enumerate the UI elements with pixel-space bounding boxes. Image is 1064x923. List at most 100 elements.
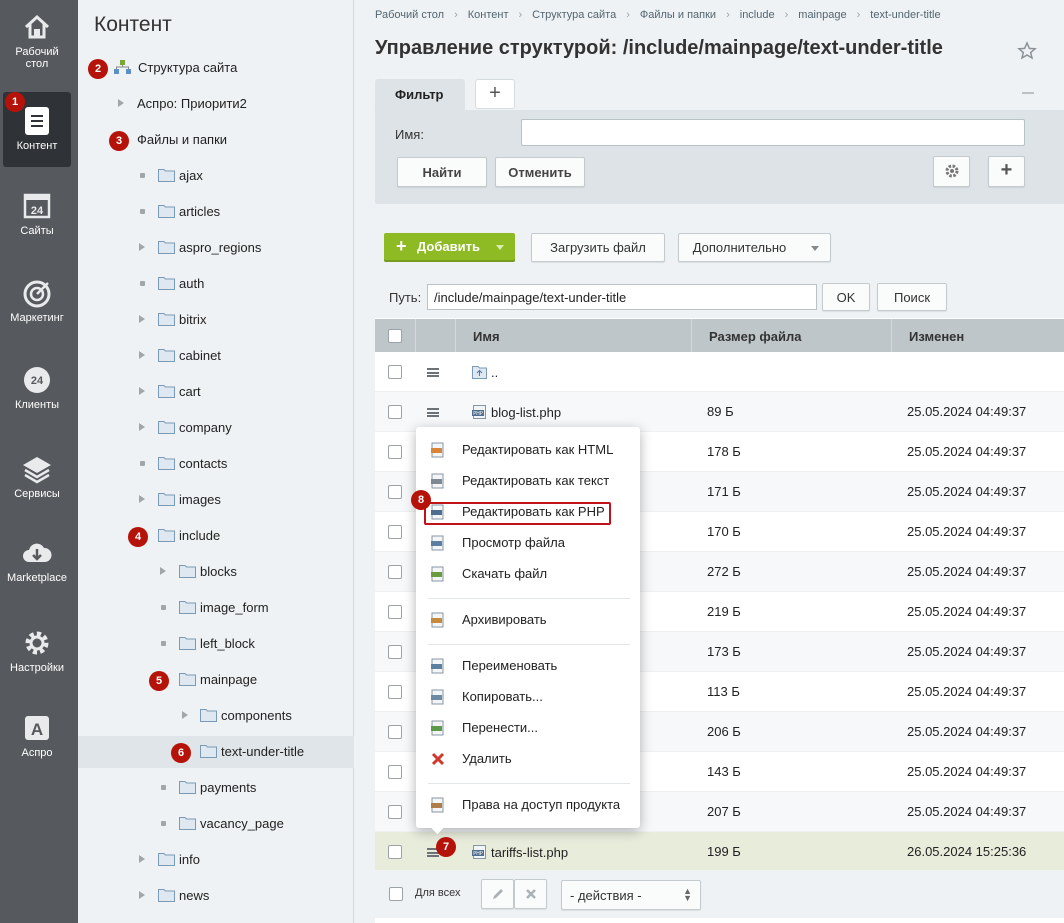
file-name[interactable]: tariffs-list.php — [491, 845, 568, 860]
chevron-right-icon[interactable] — [182, 711, 188, 719]
tree-item[interactable]: text-under-title — [78, 736, 354, 768]
star-icon[interactable] — [1017, 41, 1037, 61]
edit-selected-button[interactable] — [481, 879, 514, 909]
row-menu-icon[interactable] — [427, 368, 439, 377]
nav-marketplace[interactable]: Marketplace — [3, 532, 71, 608]
breadcrumb-item[interactable]: Структура сайта — [532, 9, 616, 21]
tree-item[interactable]: ajax — [78, 160, 354, 192]
file-name[interactable]: blog-list.php — [491, 405, 561, 420]
tree-item[interactable]: images — [78, 484, 354, 516]
collapse-filter-icon[interactable] — [1022, 92, 1034, 94]
for-all-checkbox[interactable] — [389, 887, 403, 901]
column-size[interactable]: Размер файла — [691, 319, 891, 352]
chevron-right-icon[interactable] — [139, 423, 145, 431]
row-checkbox[interactable] — [388, 605, 402, 619]
row-checkbox[interactable] — [388, 525, 402, 539]
row-checkbox[interactable] — [388, 485, 402, 499]
tree-item[interactable]: bitrix — [78, 304, 354, 336]
table-row[interactable]: PHP tariffs-list.php 199 Б 26.05.2024 15:25… — [375, 832, 1064, 872]
tree-item[interactable]: blocks — [78, 556, 354, 588]
tree-item[interactable]: company — [78, 412, 354, 444]
tree-item[interactable]: image_form — [78, 592, 354, 624]
cancel-button[interactable]: Отменить — [495, 157, 585, 187]
tree-item[interactable]: cart — [78, 376, 354, 408]
row-checkbox[interactable] — [388, 645, 402, 659]
tree-item[interactable]: auth — [78, 268, 354, 300]
tree-item[interactable]: components — [78, 700, 354, 732]
nav-settings[interactable]: Настройки — [3, 622, 71, 698]
chevron-right-icon[interactable] — [139, 891, 145, 899]
chevron-right-icon[interactable] — [139, 495, 145, 503]
breadcrumb-item[interactable]: include — [740, 9, 775, 21]
tree-item[interactable]: Структура сайта — [78, 52, 354, 84]
find-button[interactable]: Найти — [397, 157, 487, 187]
breadcrumb-item[interactable]: Контент — [468, 9, 509, 21]
delete-selected-button[interactable] — [514, 879, 547, 909]
menu-item[interactable]: Просмотр файла — [416, 529, 640, 557]
row-checkbox[interactable] — [388, 805, 402, 819]
actions-select[interactable]: - действия - ▲ ▼ — [561, 880, 701, 910]
row-checkbox[interactable] — [388, 565, 402, 579]
nav-sites[interactable]: 24 Сайты — [3, 185, 71, 261]
tree-item[interactable]: payments — [78, 772, 354, 804]
menu-item[interactable]: Редактировать как HTML — [416, 436, 640, 464]
menu-item[interactable]: Копировать... — [416, 683, 640, 711]
filter-settings-button[interactable] — [933, 156, 970, 187]
chevron-right-icon[interactable] — [139, 243, 145, 251]
chevron-right-icon[interactable] — [139, 351, 145, 359]
tree-item[interactable]: left_block — [78, 628, 354, 660]
search-button[interactable]: Поиск — [877, 283, 947, 311]
upload-file-button[interactable]: Загрузить файл — [531, 233, 665, 262]
menu-item[interactable]: Скачать файл — [416, 560, 640, 588]
tree-item[interactable]: mainpage — [78, 664, 354, 696]
column-name[interactable]: Имя — [455, 319, 691, 352]
tree-item[interactable]: include — [78, 520, 354, 552]
file-name[interactable]: .. — [491, 365, 498, 380]
row-checkbox[interactable] — [388, 405, 402, 419]
filter-tab[interactable]: Фильтр — [375, 79, 465, 111]
breadcrumb-item[interactable]: mainpage — [798, 9, 846, 21]
row-checkbox[interactable] — [388, 845, 402, 859]
table-row[interactable]: .. — [375, 352, 1064, 392]
chevron-right-icon[interactable] — [118, 99, 124, 107]
breadcrumb-item[interactable]: Файлы и папки — [640, 9, 716, 21]
chevron-right-icon[interactable] — [139, 315, 145, 323]
chevron-right-icon[interactable] — [139, 855, 145, 863]
path-input[interactable]: /include/mainpage/text-under-title — [427, 284, 817, 310]
tree-item[interactable]: aspro_regions — [78, 232, 354, 264]
add-button[interactable]: + Добавить — [384, 233, 515, 262]
breadcrumb-item[interactable]: text-under-title — [870, 9, 940, 21]
menu-item[interactable]: Переименовать — [416, 652, 640, 680]
table-row[interactable]: PHP blog-list.php 89 Б 25.05.2024 04:49:37 — [375, 392, 1064, 432]
tree-item[interactable]: cabinet — [78, 340, 354, 372]
menu-item[interactable]: Права на доступ продукта — [416, 791, 640, 819]
select-all-checkbox[interactable] — [388, 329, 402, 343]
row-menu-icon[interactable] — [427, 408, 439, 417]
nav-aspro[interactable]: A Аспро — [3, 707, 71, 783]
row-checkbox[interactable] — [388, 725, 402, 739]
menu-item[interactable]: Редактировать как текст — [416, 467, 640, 495]
menu-item[interactable]: Архивировать — [416, 606, 640, 634]
chevron-down-icon[interactable] — [496, 245, 504, 250]
breadcrumb-item[interactable]: Рабочий стол — [375, 9, 444, 21]
menu-item[interactable]: Удалить — [416, 745, 640, 773]
tree-item[interactable]: info — [78, 844, 354, 876]
tree-item[interactable]: news — [78, 880, 354, 912]
row-checkbox[interactable] — [388, 365, 402, 379]
add-filter-field-button[interactable]: + — [988, 156, 1025, 187]
ok-button[interactable]: OK — [822, 283, 870, 311]
row-checkbox[interactable] — [388, 445, 402, 459]
nav-desktop[interactable]: Рабочий стол — [3, 6, 71, 82]
chevron-right-icon[interactable] — [160, 567, 166, 575]
chevron-right-icon[interactable] — [139, 387, 145, 395]
nav-clients[interactable]: 24 Клиенты — [3, 359, 71, 435]
name-filter-input[interactable] — [521, 119, 1025, 146]
add-filter-button[interactable]: + — [475, 79, 515, 109]
column-modified[interactable]: Изменен — [891, 319, 1064, 352]
menu-item[interactable]: Перенести... — [416, 714, 640, 742]
tree-item[interactable]: Аспро: Приорити2 — [78, 88, 354, 120]
tree-item[interactable]: contacts — [78, 448, 354, 480]
more-button[interactable]: Дополнительно — [678, 233, 831, 262]
tree-item[interactable]: articles — [78, 196, 354, 228]
nav-marketing[interactable]: Маркетинг — [3, 272, 71, 348]
